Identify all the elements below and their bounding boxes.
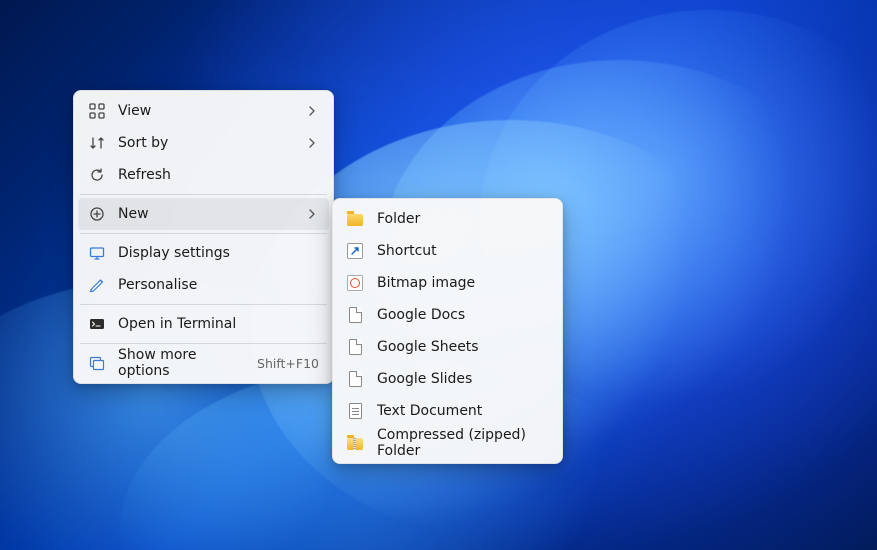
personalise-icon: [88, 276, 106, 294]
menu-label: Personalise: [118, 277, 319, 293]
menu-label: View: [118, 103, 305, 119]
chevron-right-icon: [305, 104, 319, 118]
bitmap-icon: [347, 275, 363, 291]
menu-item-refresh[interactable]: Refresh: [78, 159, 329, 191]
menu-label: Sort by: [118, 135, 305, 151]
submenu-item-google-slides[interactable]: Google Slides: [337, 363, 558, 395]
file-icon: [347, 339, 363, 355]
submenu-item-compressed-folder[interactable]: Compressed (zipped) Folder: [337, 427, 558, 459]
zip-folder-icon: [347, 435, 363, 451]
shortcut-icon: [347, 243, 363, 259]
new-submenu: Folder Shortcut Bitmap image Google Docs…: [332, 198, 563, 464]
desktop-context-menu: View Sort by Refresh New: [73, 90, 334, 384]
menu-label: Display settings: [118, 245, 319, 261]
submenu-item-folder[interactable]: Folder: [337, 203, 558, 235]
submenu-label: Folder: [377, 211, 548, 227]
text-document-icon: [347, 403, 363, 419]
menu-item-sort-by[interactable]: Sort by: [78, 127, 329, 159]
menu-separator: [80, 304, 327, 305]
submenu-label: Google Docs: [377, 307, 548, 323]
chevron-right-icon: [305, 207, 319, 221]
submenu-label: Bitmap image: [377, 275, 548, 291]
display-icon: [88, 244, 106, 262]
show-more-icon: [88, 354, 106, 372]
submenu-label: Compressed (zipped) Folder: [377, 427, 548, 459]
menu-shortcut: Shift+F10: [257, 356, 319, 371]
file-icon: [347, 371, 363, 387]
submenu-item-text-document[interactable]: Text Document: [337, 395, 558, 427]
submenu-item-google-sheets[interactable]: Google Sheets: [337, 331, 558, 363]
menu-item-view[interactable]: View: [78, 95, 329, 127]
menu-label: Show more options: [118, 347, 249, 379]
menu-item-display-settings[interactable]: Display settings: [78, 237, 329, 269]
submenu-label: Google Slides: [377, 371, 548, 387]
submenu-label: Google Sheets: [377, 339, 548, 355]
desktop-wallpaper[interactable]: View Sort by Refresh New: [0, 0, 877, 550]
file-icon: [347, 307, 363, 323]
sort-icon: [88, 134, 106, 152]
chevron-right-icon: [305, 136, 319, 150]
terminal-icon: [88, 315, 106, 333]
submenu-label: Text Document: [377, 403, 548, 419]
menu-item-new[interactable]: New: [78, 198, 329, 230]
menu-separator: [80, 343, 327, 344]
menu-item-show-more-options[interactable]: Show more options Shift+F10: [78, 347, 329, 379]
view-icon: [88, 102, 106, 120]
refresh-icon: [88, 166, 106, 184]
submenu-item-google-docs[interactable]: Google Docs: [337, 299, 558, 331]
menu-label: New: [118, 206, 305, 222]
folder-icon: [347, 211, 363, 227]
submenu-label: Shortcut: [377, 243, 548, 259]
submenu-item-shortcut[interactable]: Shortcut: [337, 235, 558, 267]
menu-item-open-terminal[interactable]: Open in Terminal: [78, 308, 329, 340]
submenu-item-bitmap-image[interactable]: Bitmap image: [337, 267, 558, 299]
menu-label: Refresh: [118, 167, 319, 183]
new-icon: [88, 205, 106, 223]
menu-item-personalise[interactable]: Personalise: [78, 269, 329, 301]
menu-label: Open in Terminal: [118, 316, 319, 332]
menu-separator: [80, 194, 327, 195]
menu-separator: [80, 233, 327, 234]
